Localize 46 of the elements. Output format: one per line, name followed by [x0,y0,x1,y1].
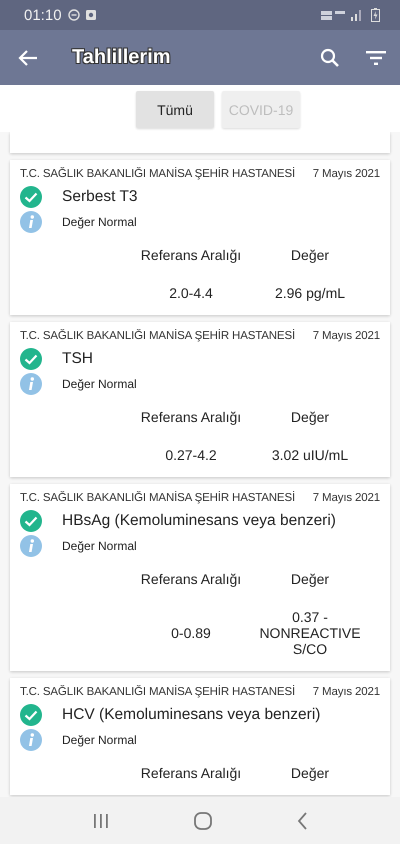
result-date: 7 Mayıs 2021 [312,168,380,180]
info-icon [20,211,42,233]
info-icon [20,373,42,395]
column-header: Değer [290,765,330,781]
result-date: 7 Mayıs 2021 [312,492,380,504]
info-icon [20,729,42,751]
battery-charging-icon [371,8,380,22]
reference-range: 2.0-4.4 [168,285,214,301]
recent-apps-button[interactable] [92,814,109,828]
clock-time: 01:10 [24,6,62,24]
status-text: Değer Normal [62,539,137,553]
test-name: HCV (Kemoluminesans veya benzeri) [62,706,320,724]
column-header: Referans Aralığı [140,247,242,263]
result-value: 0.37 - NONREACTIVE S/CO [258,609,362,657]
result-value: 3.02 uIU/mL [270,447,350,463]
reference-range: 0.27-4.2 [164,447,218,463]
hospital-name: T.C. SAĞLIK BAKANLIĞI MANİSA ŞEHİR HASTANESİ [20,492,296,504]
back-button[interactable] [297,812,308,830]
filter-tab[interactable]: Tümü [136,91,214,128]
test-name: TSH [62,350,93,368]
test-name: HBsAg (Kemoluminesans veya benzeri) [62,512,336,530]
network-signal-icon [321,9,363,21]
column-header: Değer [290,571,330,587]
column-header: Değer [290,409,330,425]
result-value: 2.96 pg/mL [274,285,346,301]
home-button[interactable] [194,812,212,830]
do-not-disturb-icon [68,9,80,21]
column-header: Değer [290,247,330,263]
column-header: Referans Aralığı [140,765,242,781]
result-date: 7 Mayıs 2021 [312,686,380,698]
column-header: Referans Aralığı [140,409,242,425]
info-icon [20,535,42,557]
screen-title: Tahlillerim [72,46,172,69]
hospital-name: T.C. SAĞLIK BAKANLIĞI MANİSA ŞEHİR HASTANESİ [20,686,296,698]
test-name: Serbest T3 [62,188,138,206]
status-text: Değer Normal [62,733,137,747]
search-button[interactable] [320,48,340,68]
notification-icon [86,10,96,20]
hospital-name: T.C. SAĞLIK BAKANLIĞI MANİSA ŞEHİR HASTANESİ [20,330,296,342]
result-date: 7 Mayıs 2021 [312,330,380,342]
filter-button[interactable] [366,50,386,64]
hospital-name: T.C. SAĞLIK BAKANLIĞI MANİSA ŞEHİR HASTANESİ [20,168,296,180]
status-text: Değer Normal [62,215,137,229]
reference-range: 0-0.89 [170,625,212,641]
status-text: Değer Normal [62,377,137,391]
column-header: Referans Aralığı [140,571,242,587]
